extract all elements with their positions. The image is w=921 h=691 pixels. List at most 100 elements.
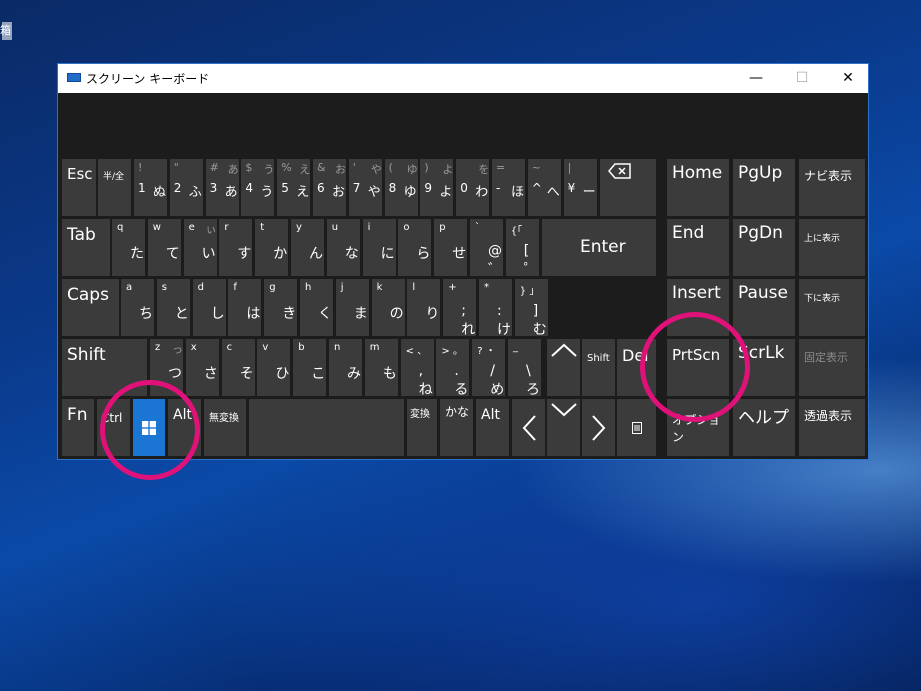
key-r3-11[interactable]: } 」] む xyxy=(514,279,548,336)
key-r1-6[interactable]: ' 7 やや xyxy=(348,159,382,216)
key-end[interactable]: End xyxy=(667,219,729,276)
key-r3-2[interactable]: dし xyxy=(192,279,226,336)
key-r1-2[interactable]: #3 ああ xyxy=(205,159,239,216)
key-r3-1[interactable]: sと xyxy=(156,279,190,336)
key-alt-right[interactable]: Alt xyxy=(476,399,509,456)
key-r4-6[interactable]: mも xyxy=(364,339,398,396)
key-r2-0-alpha: q xyxy=(117,222,124,233)
key-r1-3[interactable]: $4 うう xyxy=(241,159,275,216)
key-fade[interactable]: 透過表示 xyxy=(799,399,865,456)
key-r3-7[interactable]: kの xyxy=(371,279,405,336)
key-r1-5-tl: & xyxy=(317,161,326,174)
key-backspace[interactable] xyxy=(600,159,656,216)
key-r3-8[interactable]: lり xyxy=(407,279,441,336)
key-r1-0-tl: ! xyxy=(138,161,143,174)
key-hankaku[interactable]: 半/全 xyxy=(98,159,131,216)
key-r1-12[interactable]: | ¥ ー xyxy=(563,159,597,216)
key-r4-4-kana: こ xyxy=(311,366,326,382)
key-tab[interactable]: Tab xyxy=(62,219,110,276)
key-r3-5[interactable]: hく xyxy=(300,279,333,336)
key-r2-5[interactable]: yん xyxy=(291,219,324,276)
key-arrow-left[interactable] xyxy=(512,399,545,456)
key-dock-top[interactable]: 上に表示 xyxy=(799,219,865,276)
key-dock-bottom[interactable]: 下に表示 xyxy=(799,279,865,336)
key-navi-display[interactable]: ナビ表示 xyxy=(799,159,865,216)
key-shift-right[interactable]: Shift xyxy=(582,339,615,396)
key-r1-7[interactable]: (8 ゆゆ xyxy=(384,159,418,216)
key-fixed-display[interactable]: 固定表示 xyxy=(799,339,865,396)
key-r3-9-alpha: + xyxy=(448,282,457,293)
key-arrow-up[interactable] xyxy=(547,339,580,396)
minimize-button[interactable]: — xyxy=(733,64,779,93)
key-r4-7[interactable]: < 、 , ね xyxy=(400,339,434,396)
key-r3-0[interactable]: aち xyxy=(121,279,154,336)
key-caps[interactable]: Caps xyxy=(62,279,119,336)
maximize-button[interactable]: ☐ xyxy=(779,64,825,93)
key-r2-8[interactable]: oら xyxy=(398,219,432,276)
key-space[interactable] xyxy=(249,399,404,456)
key-henkan[interactable]: 変換 xyxy=(407,399,437,456)
key-r1-12-bl: ¥ xyxy=(567,181,576,195)
key-r1-5-tr: お xyxy=(335,163,346,176)
key-r1-10[interactable]: = - ほ xyxy=(492,159,525,216)
key-r1-1-tl: " xyxy=(173,161,179,174)
key-enter[interactable]: Enter xyxy=(542,219,656,276)
key-muhenkan[interactable]: 無変換 xyxy=(204,399,246,456)
key-r3-4[interactable]: gき xyxy=(264,279,298,336)
key-r2-0[interactable]: qた xyxy=(112,219,145,276)
key-r2-4[interactable]: tか xyxy=(255,219,289,276)
highlight-circle-windows xyxy=(100,380,200,480)
key-pause[interactable]: Pause xyxy=(733,279,795,336)
key-r2-6[interactable]: uな xyxy=(326,219,360,276)
key-r1-11[interactable]: ~ ^ へ xyxy=(527,159,561,216)
key-r2-3[interactable]: rす xyxy=(219,219,253,276)
key-r4-1[interactable]: xさ xyxy=(185,339,219,396)
key-r2-6-alpha: u xyxy=(331,222,339,233)
key-arrow-right[interactable] xyxy=(582,399,615,456)
key-r2-1[interactable]: wて xyxy=(147,219,181,276)
key-home[interactable]: Home xyxy=(667,159,729,216)
key-r1-9[interactable]: 0わを xyxy=(456,159,490,216)
key-r1-1[interactable]: " 2 ふ xyxy=(169,159,203,216)
key-pgup[interactable]: PgUp xyxy=(733,159,795,216)
key-r2-11[interactable]: {「[ ゜ xyxy=(505,219,539,276)
key-r2-2[interactable]: e いぃ xyxy=(183,219,217,276)
key-r3-9-kana: ; れ xyxy=(461,303,476,336)
key-r4-0-alpha: z xyxy=(155,342,161,353)
key-pgdn[interactable]: PgDn xyxy=(733,219,795,276)
key-r4-2[interactable]: cそ xyxy=(221,339,255,396)
key-r4-2-kana: そ xyxy=(239,366,254,382)
key-r2-9-kana: せ xyxy=(452,246,467,262)
key-r1-4[interactable]: % 5 ええ xyxy=(277,159,311,216)
key-esc[interactable]: Esc xyxy=(62,159,96,216)
key-r1-0[interactable]: ! 1 ぬ xyxy=(134,159,167,216)
key-r3-10[interactable]: *: け xyxy=(479,279,512,336)
key-r2-7[interactable]: iに xyxy=(362,219,396,276)
key-r4-9[interactable]: ? ・ / め xyxy=(472,339,506,396)
key-r3-3[interactable]: fは xyxy=(228,279,262,336)
key-r1-8[interactable]: ) 9 よよ xyxy=(420,159,454,216)
key-kana[interactable]: かな xyxy=(440,399,473,456)
key-r1-5[interactable]: & 6 おお xyxy=(313,159,346,216)
title-bar[interactable]: スクリーン キーボード — ☐ ✕ xyxy=(58,64,868,93)
key-r2-9[interactable]: pせ xyxy=(434,219,468,276)
key-help[interactable]: ヘルプ xyxy=(733,399,795,456)
key-r3-8-kana: り xyxy=(425,306,440,322)
key-r2-3-alpha: r xyxy=(224,222,229,233)
key-r4-8[interactable]: > 。 . る xyxy=(436,339,470,396)
key-r3-9[interactable]: + ; れ xyxy=(443,279,477,336)
key-r3-6[interactable]: jま xyxy=(335,279,369,336)
key-fn[interactable]: Fn xyxy=(62,399,94,456)
key-arrow-down[interactable] xyxy=(547,399,580,456)
key-r4-10[interactable]: _ \ ろ xyxy=(508,339,541,396)
key-r3-7-kana: の xyxy=(389,306,404,322)
key-r4-3[interactable]: vひ xyxy=(257,339,291,396)
key-menu[interactable] xyxy=(617,399,656,456)
key-r2-10[interactable]: ` @ ゛ xyxy=(470,219,503,276)
key-r2-8-kana: ら xyxy=(416,246,431,262)
key-r2-5-kana: ん xyxy=(309,246,323,262)
key-r3-5-kana: く xyxy=(318,306,332,322)
key-r4-4[interactable]: bこ xyxy=(293,339,327,396)
key-r4-5[interactable]: nみ xyxy=(329,339,362,396)
close-button[interactable]: ✕ xyxy=(825,64,871,93)
